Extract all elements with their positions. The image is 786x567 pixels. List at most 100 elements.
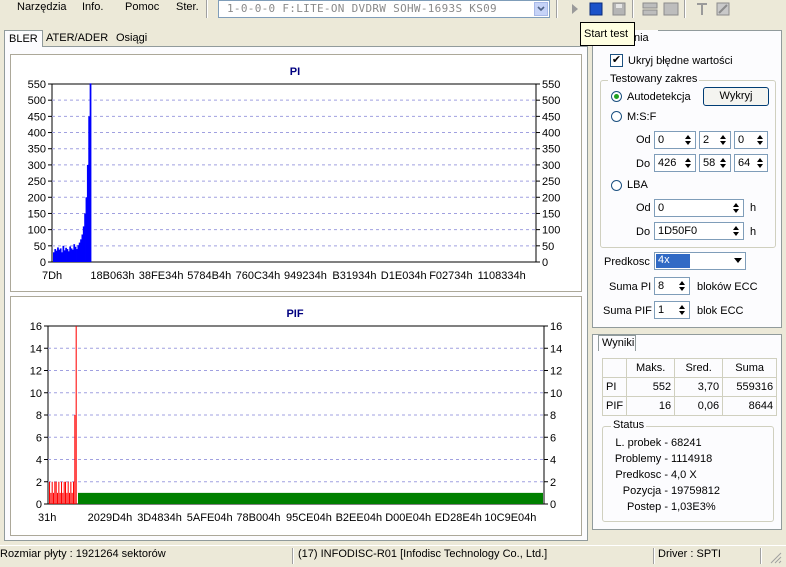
results-cell: 559316 [722, 377, 778, 397]
pif-xtick-label: 5AFE04h [187, 512, 233, 524]
tab-osiagi[interactable]: Osiągi [112, 30, 151, 46]
tools-icon[interactable] [693, 1, 711, 17]
settings-tab-label[interactable]: nia [634, 30, 658, 46]
sum-pif-spinner[interactable]: 1 [654, 301, 690, 319]
pif-bar [49, 481, 51, 504]
disc-size-status: Rozmiar płyty : 1921264 sektorów [0, 548, 166, 560]
msf-from-sec-spinner[interactable]: 2 [699, 131, 731, 149]
pi-ytick-label: 500 [28, 95, 46, 107]
status-separator [292, 548, 294, 564]
pif-ytick-label: 12 [30, 366, 42, 378]
menu-pomoc[interactable]: Pomoc [125, 1, 159, 13]
pif-bar [51, 481, 53, 504]
msf-to-min-value: 426 [658, 157, 677, 169]
results-header-cell: Maks. [626, 358, 676, 378]
pif-bar [53, 492, 55, 504]
msf-from-frame-spinner[interactable]: 0 [734, 131, 768, 149]
lba-from-value: 0 [658, 202, 665, 214]
pif-bar [59, 492, 61, 504]
msf-to-frame-spinner[interactable]: 64 [734, 154, 768, 172]
chevron-down-icon[interactable] [534, 2, 548, 16]
pi-ytick-label: 0 [542, 257, 548, 269]
results-cell: 16 [626, 396, 676, 416]
speed-select[interactable]: 4x [654, 252, 746, 270]
sum-pi-value: 8 [658, 280, 665, 292]
pi-ytick-label: 350 [28, 144, 46, 156]
pif-bar [74, 415, 76, 504]
resize-grip-icon[interactable] [770, 552, 782, 564]
tab-ater-ader[interactable]: ATER/ADER [42, 30, 112, 46]
lba-to-spinner[interactable]: 1D50F0 [654, 222, 744, 240]
menu-ster[interactable]: Ster. [176, 1, 199, 13]
pif-xtick-label: D00E04h [385, 512, 431, 524]
pi-xtick-label: 1108334h [478, 270, 526, 282]
layout-single-icon[interactable] [662, 1, 680, 17]
msf-to-label: Do [636, 158, 651, 170]
pi-ytick-label: 250 [28, 176, 46, 188]
pif-ytick-label: 16 [550, 321, 562, 333]
detect-button[interactable]: Wykryj [703, 87, 769, 106]
lba-from-label: Od [636, 202, 651, 214]
pif-ytick-label: 16 [30, 321, 42, 333]
msf-to-min-spinner[interactable]: 426 [654, 154, 696, 172]
pif-bar [71, 492, 73, 504]
msf-from-sec-value: 2 [703, 134, 710, 146]
results-tab[interactable]: Wyniki [598, 335, 636, 351]
pi-xtick-label: 760C34h [236, 270, 281, 282]
msf-from-min-spinner[interactable]: 0 [654, 131, 696, 149]
pi-ytick-label: 150 [28, 208, 46, 220]
pi-chart: 0 0 50 50 100 100 150 150 200 200 250 250 300 300 350 3… [28, 79, 561, 282]
tab-bler[interactable]: BLER [4, 30, 43, 47]
sum-pi-spinner[interactable]: 8 [654, 277, 690, 295]
pi-ytick-label: 450 [28, 111, 46, 123]
results-cell: PI [601, 377, 628, 397]
pi-ytick-label: 550 [542, 79, 560, 91]
save-icon[interactable] [610, 1, 628, 17]
msf-radio[interactable] [611, 111, 622, 122]
pi-xtick-label: 7Dh [42, 270, 62, 282]
pi-bar [89, 83, 92, 263]
drive-select[interactable]: 1-0-0-0 F:LITE-ON DVDRW SOHW-1693S KS09 [218, 0, 550, 18]
start-test-icon[interactable] [587, 1, 605, 17]
menu-info[interactable]: Info. [82, 1, 103, 13]
pif-bar [65, 481, 67, 504]
pi-ytick-label: 50 [542, 241, 554, 253]
results-table: Maks. Sred. Suma PI 552 3,70 559316 PIF … [601, 358, 778, 416]
lba-radio[interactable] [611, 180, 622, 191]
layout-rows-icon[interactable] [641, 1, 659, 17]
pi-xtick-label: 38FE34h [139, 270, 184, 282]
pif-bar [66, 492, 68, 504]
toolbar-separator [632, 0, 634, 18]
autodetect-radio[interactable] [611, 91, 622, 102]
pif-ytick-label: 12 [550, 366, 562, 378]
status-value: 1114918 [671, 453, 713, 465]
pi-ytick-label: 450 [542, 111, 560, 123]
pif-ytick-label: 6 [550, 432, 556, 444]
pi-ytick-label: 50 [34, 241, 46, 253]
pif-ytick-label: 10 [550, 388, 562, 400]
speed-select-value: 4x [656, 254, 690, 268]
pi-ytick-label: 0 [40, 257, 46, 269]
pif-ytick-label: 2 [550, 477, 556, 489]
toolbar-separator [556, 0, 558, 18]
chevron-down-icon [734, 258, 742, 263]
pi-xtick-label: 949234h [284, 270, 327, 282]
pi-ytick-label: 250 [542, 176, 560, 188]
pif-ytick-label: 2 [36, 477, 42, 489]
disc-type-status: (17) INFODISC-R01 [Infodisc Technology C… [298, 548, 548, 560]
lba-from-spinner[interactable]: 0 [654, 199, 744, 217]
sum-pi-unit: bloków ECC [697, 281, 758, 293]
play-icon[interactable] [566, 1, 584, 17]
settings-wrench-icon[interactable] [714, 1, 732, 17]
pif-ytick-label: 14 [30, 343, 42, 355]
pi-xtick-label: 5784B4h [187, 270, 231, 282]
pi-ytick-label: 100 [28, 225, 46, 237]
pif-xtick-label: 78B004h [236, 512, 280, 524]
pif-ytick-label: 8 [550, 410, 556, 422]
msf-to-sec-spinner[interactable]: 58 [699, 154, 731, 172]
hide-errors-checkbox[interactable]: ✔ [610, 54, 623, 67]
msf-from-min-value: 0 [658, 134, 665, 146]
pif-xtick-label: 3D4834h [137, 512, 182, 524]
menu-narzedzia[interactable]: Narzędzia [17, 1, 67, 13]
status-separator [653, 548, 655, 564]
